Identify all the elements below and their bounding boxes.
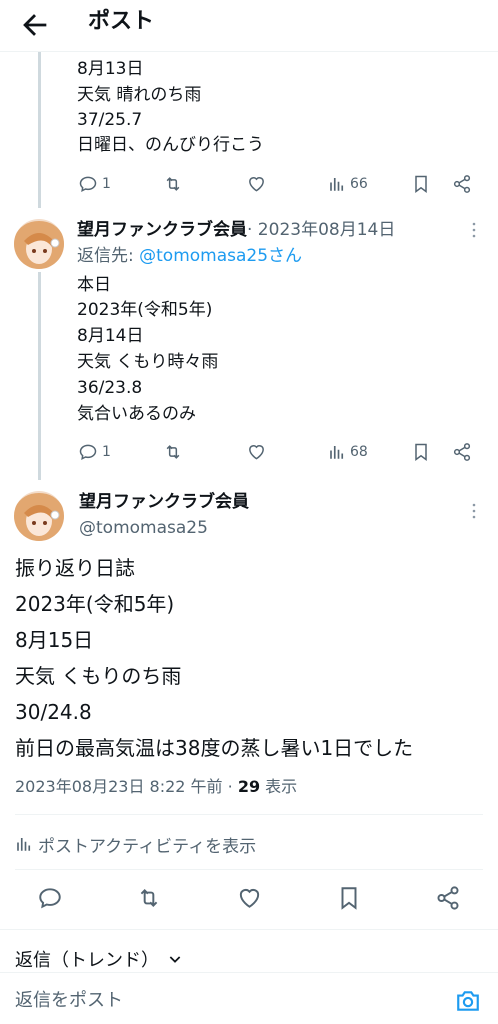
divider: [15, 869, 483, 870]
heart-icon: [249, 177, 264, 192]
like-button[interactable]: [236, 885, 263, 911]
arrow-left-icon: [23, 14, 47, 36]
views-count: 68: [350, 444, 368, 460]
share-button[interactable]: [435, 885, 461, 911]
analytics-icon: [330, 446, 344, 459]
repost-icon: [166, 445, 180, 459]
avatar[interactable]: [14, 491, 64, 541]
bookmark-icon: [415, 175, 427, 193]
share-icon: [437, 886, 459, 910]
repost-button[interactable]: [135, 885, 163, 911]
analytics-icon: [330, 178, 344, 191]
bookmark-button[interactable]: [336, 884, 362, 912]
share-button[interactable]: [452, 172, 472, 196]
repost-icon: [140, 889, 158, 907]
avatar[interactable]: [14, 219, 64, 269]
more-options-button[interactable]: [467, 221, 481, 239]
reply-button[interactable]: 1: [78, 440, 111, 464]
divider: [0, 929, 498, 930]
reply-input[interactable]: 返信をポスト: [15, 989, 123, 1013]
like-button[interactable]: [246, 172, 267, 196]
reply-to: 返信先: @tomomasa25さん: [77, 246, 303, 266]
reply-composer: 返信をポスト: [0, 972, 498, 1024]
author-name[interactable]: 望月ファンクラブ会員· 2023年08月14日: [77, 218, 395, 242]
reply-button[interactable]: 1: [78, 172, 111, 196]
tweet-text-line: 本日: [77, 275, 111, 295]
views-count: 66: [350, 176, 368, 192]
reply-button[interactable]: [37, 885, 63, 911]
reply-count: 1: [102, 444, 111, 460]
bookmark-icon: [341, 887, 357, 910]
bookmark-button[interactable]: [411, 172, 431, 196]
bookmark-icon: [415, 443, 427, 461]
heart-icon: [239, 888, 260, 908]
post-date: · 2023年08月14日: [247, 220, 396, 240]
author-name[interactable]: 望月ファンクラブ会員: [79, 490, 249, 514]
tweet-text-line: 天気 くもりのち雨: [15, 664, 182, 688]
thread-line: [38, 52, 41, 208]
tweet-text-line: 37/25.7: [77, 110, 143, 130]
tweet-text-line: 30/24.8: [15, 700, 92, 724]
analytics-icon: [17, 838, 31, 851]
main-tweet-text: 振り返り日誌 2023年(令和5年) 8月15日 天気 くもりのち雨 30/24…: [15, 550, 413, 766]
tweet-text-line: 天気 晴れのち雨: [77, 85, 202, 105]
chevron-down-icon: [169, 956, 181, 963]
views-button[interactable]: 68: [328, 440, 368, 464]
tweet-text-line: 8月14日: [77, 326, 144, 346]
reply-to-handle-link[interactable]: @tomomasa25さん: [139, 246, 302, 266]
tweet-text-line: 2023年(令和5年): [15, 592, 175, 616]
heart-icon: [249, 445, 264, 460]
repost-icon: [166, 177, 180, 191]
tweet-text-line: 気合いあるのみ: [77, 404, 196, 424]
reply-count: 1: [102, 176, 111, 192]
thread-line: [38, 272, 41, 480]
repost-button[interactable]: [162, 172, 184, 196]
tweet-text-line: 2023年(令和5年): [77, 300, 213, 320]
camera-icon: [457, 991, 479, 1011]
bookmark-button[interactable]: [411, 440, 431, 464]
page-title: ポスト: [88, 9, 155, 34]
share-icon: [453, 175, 471, 193]
replies-sort-dropdown[interactable]: 返信（トレンド）: [15, 946, 183, 972]
post-timestamp: 2023年08月23日 8:22 午前 · 29 表示: [15, 777, 298, 796]
tweet-text-line: 日曜日、のんびり行こう: [77, 135, 264, 155]
tweet-text-line: 天気 くもり時々雨: [77, 352, 219, 372]
reply-icon: [39, 888, 61, 909]
more-vertical-icon: [472, 222, 476, 238]
tweet-text-line: 前日の最高気温は38度の蒸し暑い1日でした: [15, 736, 414, 760]
tweet-text-line: 8月15日: [15, 628, 94, 652]
tweet-text-line: 36/23.8: [77, 378, 143, 398]
post-activity-link[interactable]: ポストアクティビティを表示: [15, 831, 256, 857]
views-button[interactable]: 66: [328, 172, 368, 196]
share-icon: [453, 443, 471, 461]
author-handle[interactable]: @tomomasa25: [79, 516, 208, 540]
view-count: 29: [237, 777, 261, 796]
back-button[interactable]: [18, 8, 52, 42]
camera-button[interactable]: [455, 989, 481, 1013]
like-button[interactable]: [246, 440, 267, 464]
tweet-text-line: 振り返り日誌: [15, 556, 135, 580]
more-vertical-icon: [472, 503, 476, 519]
tweet-text-line: 8月13日: [77, 59, 144, 79]
share-button[interactable]: [452, 440, 472, 464]
reply-icon: [79, 444, 97, 460]
more-options-button[interactable]: [467, 502, 481, 520]
divider: [15, 814, 483, 815]
reply-icon: [79, 176, 97, 192]
top-bar: ポスト: [0, 0, 498, 52]
repost-button[interactable]: [162, 440, 184, 464]
